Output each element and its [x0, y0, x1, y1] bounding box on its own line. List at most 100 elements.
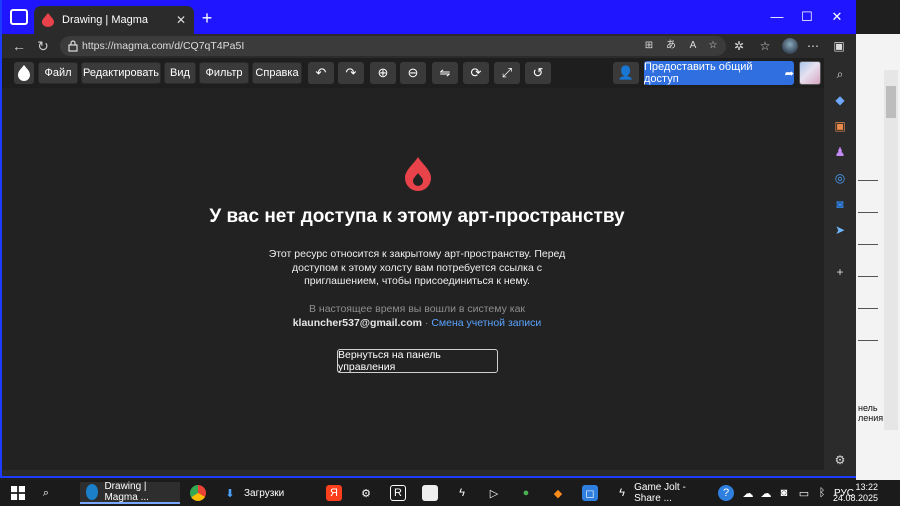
- magma-logo-button[interactable]: [14, 62, 34, 84]
- search-icon[interactable]: ⌕: [832, 66, 848, 82]
- apps-grid-icon[interactable]: ⊞: [642, 39, 656, 53]
- taskbar-search-icon[interactable]: ⌕: [38, 484, 54, 502]
- taskbar-app-label: Game Jolt - Share ...: [634, 482, 686, 504]
- taskbar-app-gamejolt[interactable]: ϟ Game Jolt - Share ...: [610, 482, 710, 504]
- copilot-icon[interactable]: ◎: [832, 170, 848, 186]
- file-icon: [422, 485, 438, 501]
- close-window-button[interactable]: ✕: [822, 9, 852, 25]
- back-to-dashboard-button[interactable]: Вернуться на панель управления: [337, 349, 498, 373]
- divider: [858, 340, 878, 341]
- magma-favicon-icon: [42, 13, 54, 27]
- clock-date: 24.08.2025: [832, 493, 878, 503]
- rotate-icon[interactable]: ⟳: [463, 62, 489, 84]
- translate-icon[interactable]: あ: [664, 39, 678, 53]
- store-icon: ◻: [582, 485, 598, 501]
- share-button[interactable]: Предоставить общий доступ ➦: [644, 61, 794, 85]
- extensions-icon[interactable]: ✲: [730, 37, 748, 55]
- add-user-icon[interactable]: 👤: [613, 62, 639, 84]
- tab-actions-icon[interactable]: [10, 9, 28, 25]
- tag-icon[interactable]: ◆: [832, 92, 848, 108]
- add-icon[interactable]: +: [832, 264, 848, 280]
- system-clock[interactable]: 13:22 24.08.2025: [833, 482, 878, 504]
- help-icon[interactable]: ?: [718, 484, 734, 502]
- switch-account-link[interactable]: Смена учетной записи: [431, 317, 541, 329]
- windows-taskbar: ⌕ Drawing | Magma ... ⬇ Загрузки Я ⚙ R ϟ…: [0, 480, 900, 506]
- start-button[interactable]: [10, 484, 26, 502]
- fullscreen-icon[interactable]: ⤢: [494, 62, 520, 84]
- zoom-out-icon[interactable]: ⊖: [400, 62, 426, 84]
- taskbar-gamejolt-small[interactable]: ϟ: [454, 484, 470, 502]
- edge-icon: [86, 484, 99, 500]
- cloud-icon[interactable]: ☁: [758, 484, 774, 502]
- play-icon: ▷: [489, 487, 499, 500]
- sidebar-toggle-icon[interactable]: ▣: [830, 37, 848, 55]
- taskbar-fl[interactable]: ◆: [550, 484, 566, 502]
- page-title: У вас нет доступа к этому арт-пространст…: [209, 206, 625, 227]
- taskbar-app-label: Drawing | Magma ...: [104, 481, 149, 503]
- download-arrow-icon: ⬇: [225, 487, 235, 500]
- taskbar-app-downloads[interactable]: ⬇ Загрузки: [216, 482, 316, 504]
- read-aloud-icon[interactable]: A: [686, 39, 700, 53]
- account-email: klauncher537@gmail.com: [292, 317, 422, 329]
- favorite-star-icon[interactable]: ☆: [706, 39, 720, 53]
- game-jolt-icon: ϟ: [619, 487, 625, 499]
- undo-icon[interactable]: ↶: [308, 62, 334, 84]
- background-window: нель ления: [856, 0, 900, 480]
- background-text: ления: [858, 413, 884, 423]
- divider: [858, 308, 878, 309]
- url-field[interactable]: https://magma.com/d/CQ7qT4Pa5I ⊞ あ A ☆: [60, 36, 726, 56]
- taskbar-yandex[interactable]: Я: [326, 484, 342, 502]
- refresh-icon[interactable]: ↻: [34, 37, 52, 55]
- taskbar-app-label: Загрузки: [244, 487, 285, 499]
- yandex-icon: Я: [326, 485, 342, 501]
- chrome-icon: [190, 485, 206, 501]
- outlook-icon[interactable]: ◙: [832, 196, 848, 212]
- edge-sidebar: ⌕ ◆ ▣ ♟ ◎ ◙ ➤ + ⚙: [824, 58, 856, 476]
- battery-icon[interactable]: ▭: [796, 484, 812, 502]
- windows-logo-icon: [10, 485, 26, 501]
- user-avatar[interactable]: [799, 61, 821, 85]
- onedrive-icon[interactable]: ☁: [740, 484, 756, 502]
- tab-drawing-magma[interactable]: Drawing | Magma ✕: [34, 6, 194, 34]
- back-arrow-icon[interactable]: ←: [10, 37, 28, 55]
- minimize-button[interactable]: —: [762, 9, 792, 24]
- more-menu-icon[interactable]: ⋯: [804, 37, 822, 55]
- favorites-icon[interactable]: ☆: [756, 37, 774, 55]
- menu-help[interactable]: Справка: [252, 62, 302, 84]
- signed-in-label: В настоящее время вы вошли в систему как: [308, 303, 526, 315]
- lock-icon: [68, 40, 78, 52]
- maximize-button[interactable]: ☐: [792, 9, 822, 25]
- background-scrollbar[interactable]: [884, 70, 898, 430]
- profile-avatar-icon[interactable]: [782, 38, 798, 54]
- taskbar-map[interactable]: ●: [518, 484, 534, 502]
- menu-filter[interactable]: Фильтр: [199, 62, 249, 84]
- gear-icon[interactable]: ⚙: [832, 452, 848, 468]
- menu-view[interactable]: Вид: [164, 62, 196, 84]
- flip-icon[interactable]: ⇋: [432, 62, 458, 84]
- taskbar-app-edge[interactable]: Drawing | Magma ...: [80, 481, 180, 504]
- tab-close-icon[interactable]: ✕: [176, 13, 186, 27]
- taskbar-chrome[interactable]: [190, 484, 206, 502]
- zoom-in-icon[interactable]: ⊕: [370, 62, 396, 84]
- taskbar-file[interactable]: [422, 484, 438, 502]
- send-icon[interactable]: ➤: [832, 222, 848, 238]
- background-scrollbar-thumb[interactable]: [886, 86, 896, 118]
- people-icon[interactable]: ♟: [832, 144, 848, 160]
- reset-view-icon[interactable]: ↺: [525, 62, 551, 84]
- menu-file[interactable]: Файл: [38, 62, 78, 84]
- taskbar-store[interactable]: ◻: [582, 484, 598, 502]
- taskbar-settings[interactable]: ⚙: [358, 484, 374, 502]
- new-tab-button[interactable]: +: [198, 8, 216, 29]
- menu-edit[interactable]: Редактировать: [81, 62, 161, 84]
- redo-icon[interactable]: ↷: [338, 62, 364, 84]
- taskbar-r-app[interactable]: R: [390, 484, 406, 502]
- magma-drop-logo-icon: [405, 157, 431, 191]
- bluetooth-icon[interactable]: ᛒ: [814, 484, 830, 502]
- camera-icon[interactable]: ◙: [776, 484, 792, 502]
- briefcase-icon[interactable]: ▣: [832, 118, 848, 134]
- taskbar-media[interactable]: ▷: [486, 484, 502, 502]
- address-bar-row: ← ↻ https://magma.com/d/CQ7qT4Pa5I ⊞ あ A…: [2, 34, 856, 58]
- background-text: нель: [858, 403, 878, 413]
- lightning-icon: ϟ: [459, 487, 465, 499]
- pin-icon: ●: [522, 487, 530, 499]
